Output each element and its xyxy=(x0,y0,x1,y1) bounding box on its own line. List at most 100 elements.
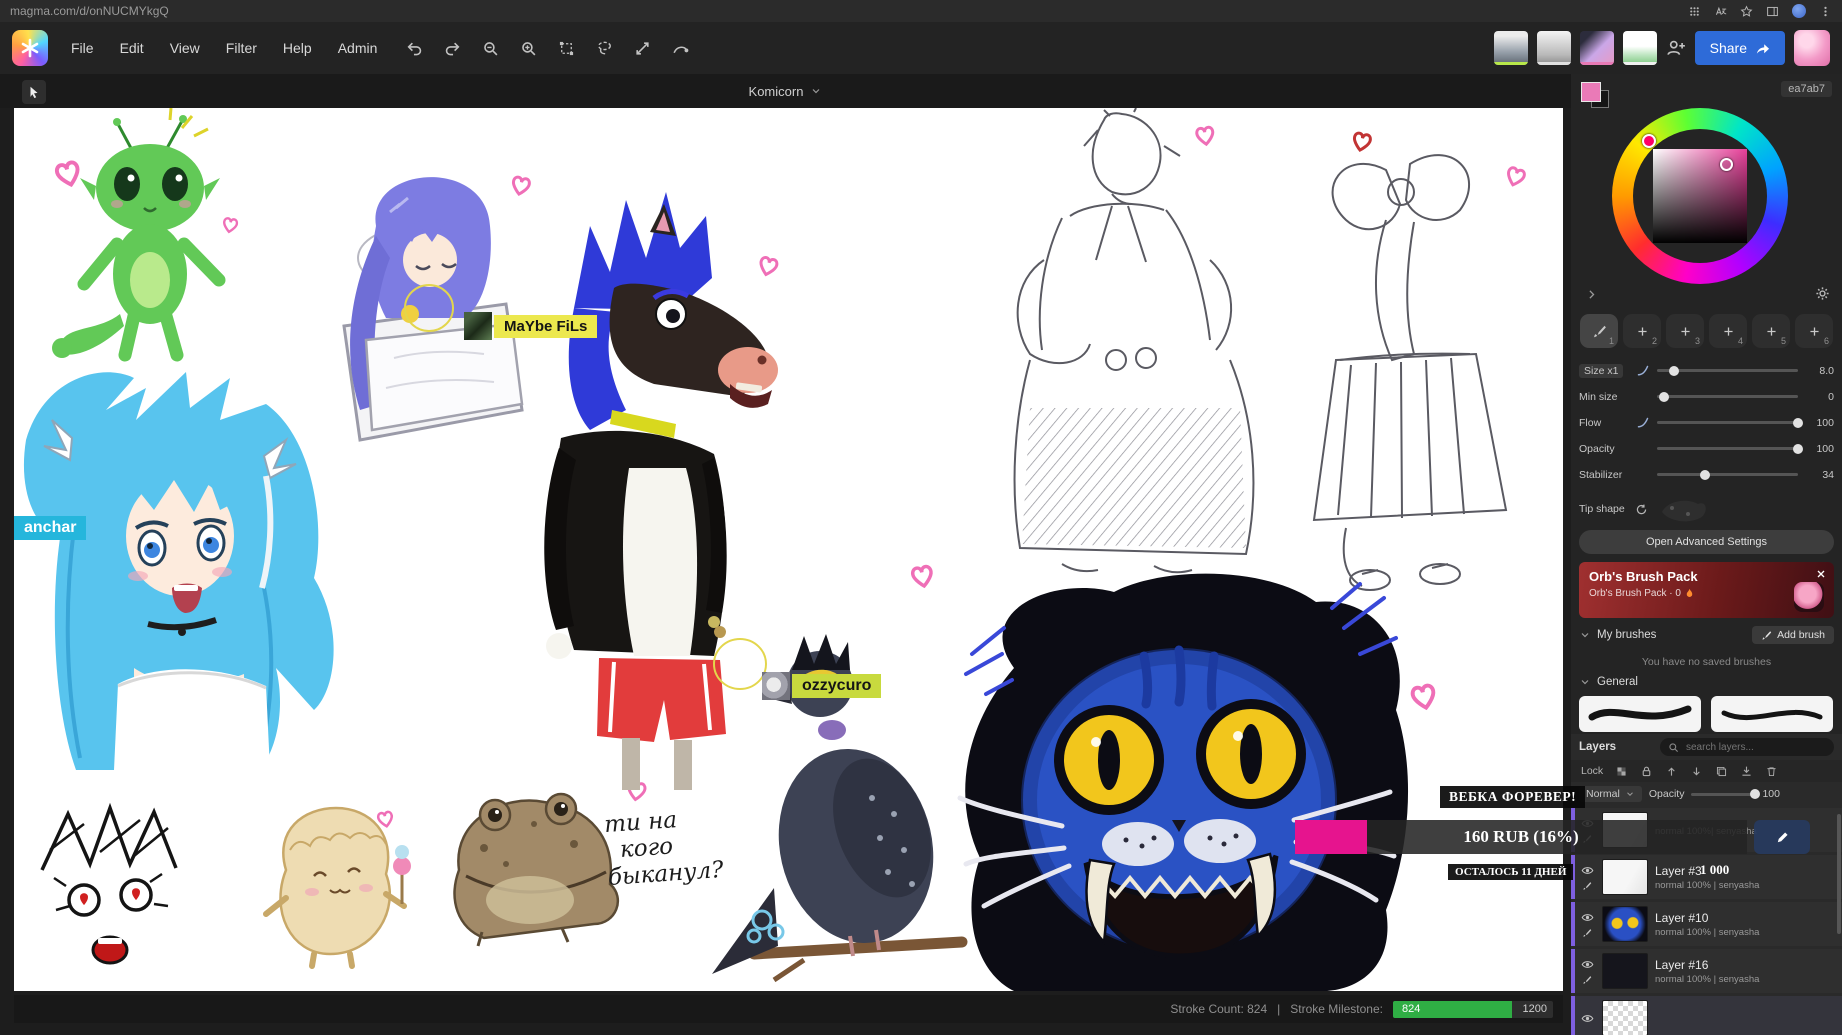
collaborator-avatar-2[interactable] xyxy=(1536,31,1571,65)
stroke-count: Stroke Count: 824 xyxy=(1170,1002,1268,1016)
raise-layer-icon[interactable] xyxy=(1665,765,1678,778)
fullscreen-icon[interactable] xyxy=(634,40,651,57)
lock-icon[interactable] xyxy=(1640,765,1653,778)
panel-icon[interactable] xyxy=(1766,5,1779,18)
layer-visibility-icon[interactable] xyxy=(1581,864,1594,877)
layer-brush-icon[interactable] xyxy=(1582,928,1592,938)
undo-icon[interactable] xyxy=(406,40,423,57)
share-button[interactable]: Share xyxy=(1694,31,1785,65)
transform-icon[interactable] xyxy=(558,40,575,57)
collaborator-avatar-4[interactable] xyxy=(1622,31,1657,65)
layer-search-input[interactable] xyxy=(1684,740,1806,754)
close-banner-icon[interactable] xyxy=(1815,568,1827,580)
smoothing-icon[interactable] xyxy=(672,40,689,57)
drawing-canvas[interactable]: anchar MaYbe FiLs ozzycuro ти на кого бы… xyxy=(14,108,1563,991)
collapse-panel-icon[interactable] xyxy=(1585,288,1598,301)
bookmark-icon[interactable] xyxy=(1740,5,1753,18)
brush-preset-tile[interactable] xyxy=(1579,696,1701,732)
title-dropdown-icon[interactable] xyxy=(810,85,822,97)
size-slider[interactable] xyxy=(1657,365,1798,376)
layer-thumbnail xyxy=(1602,906,1648,942)
color-hex-value[interactable]: ea7ab7 xyxy=(1781,81,1832,97)
layers-scrollbar[interactable] xyxy=(1837,814,1841,934)
search-icon xyxy=(1668,742,1679,753)
canvas-title[interactable]: Komicorn xyxy=(749,84,804,99)
brush-slot-3[interactable]: 3 xyxy=(1666,314,1704,348)
layer-search[interactable] xyxy=(1660,738,1834,756)
lasso-icon[interactable] xyxy=(596,40,613,57)
status-bar: Stroke Count: 824 | Stroke Milestone: 82… xyxy=(14,995,1563,1023)
brush-slot-5[interactable]: 5 xyxy=(1752,314,1790,348)
collaborator-avatar-3[interactable] xyxy=(1579,31,1614,65)
zoom-in-icon[interactable] xyxy=(520,40,537,57)
merge-layer-icon[interactable] xyxy=(1740,765,1753,778)
pressure-toggle-icon[interactable] xyxy=(1637,417,1655,429)
opacity-slider[interactable] xyxy=(1657,443,1803,454)
brush-pack-banner[interactable]: Orb's Brush Pack Orb's Brush Pack · 0 xyxy=(1579,562,1834,618)
advanced-settings-button[interactable]: Open Advanced Settings xyxy=(1579,530,1834,554)
menu-view[interactable]: View xyxy=(157,34,213,62)
refresh-tip-icon[interactable] xyxy=(1635,503,1648,516)
browser-profile-avatar[interactable] xyxy=(1792,4,1806,18)
brush-slot-2[interactable]: 2 xyxy=(1623,314,1661,348)
menu-admin[interactable]: Admin xyxy=(325,34,391,62)
menu-help[interactable]: Help xyxy=(270,34,325,62)
zoom-out-icon[interactable] xyxy=(482,40,499,57)
menu-filter[interactable]: Filter xyxy=(213,34,270,62)
browser-menu-icon[interactable] xyxy=(1819,5,1832,18)
duplicate-layer-icon[interactable] xyxy=(1715,765,1728,778)
lower-layer-icon[interactable] xyxy=(1690,765,1703,778)
layer-visibility-icon[interactable] xyxy=(1581,911,1594,924)
blend-mode-dropdown[interactable]: Normal xyxy=(1579,786,1642,802)
delete-layer-icon[interactable] xyxy=(1765,765,1778,778)
layer-opacity-slider[interactable] xyxy=(1691,789,1761,799)
magma-logo[interactable] xyxy=(12,30,48,66)
general-section-row[interactable]: General xyxy=(1579,676,1834,688)
url-text[interactable]: magma.com/d/onNUCMYkgQ xyxy=(10,4,169,18)
user-avatar[interactable] xyxy=(1794,30,1830,66)
invite-user-icon[interactable] xyxy=(1666,39,1686,57)
layer-brush-icon[interactable] xyxy=(1582,975,1592,985)
stabilizer-slider[interactable] xyxy=(1657,469,1798,480)
flow-slider[interactable] xyxy=(1657,417,1803,428)
move-tool-icon[interactable] xyxy=(22,80,46,104)
right-sidebar: ea7ab7 1 2 3 4 5 6 Size x1 8.0 Min size … xyxy=(1571,74,1842,1035)
donation-progress-bar: 160 RUB (16%) xyxy=(1295,820,1747,854)
foreground-color-swatch[interactable] xyxy=(1581,82,1601,102)
add-brush-button[interactable]: Add brush xyxy=(1752,626,1834,644)
chevron-down-icon[interactable] xyxy=(1579,629,1591,641)
layer-visibility-icon[interactable] xyxy=(1581,958,1594,971)
milestone-fill: 824 xyxy=(1393,1000,1513,1018)
collaborator-avatar-1[interactable] xyxy=(1493,31,1528,65)
layer-row[interactable]: Layer #16 normal 100% | senyasha xyxy=(1571,949,1842,993)
brush-slot-1[interactable]: 1 xyxy=(1580,314,1618,348)
pressure-toggle-icon[interactable] xyxy=(1637,365,1655,377)
tip-shape-preview[interactable] xyxy=(1658,494,1710,524)
dumpling-character-drawing xyxy=(263,806,411,969)
color-wheel[interactable] xyxy=(1612,108,1788,284)
brush-slot-6[interactable]: 6 xyxy=(1795,314,1833,348)
hue-indicator[interactable] xyxy=(1642,134,1656,148)
translate-icon[interactable] xyxy=(1714,5,1727,18)
anchar-girl-drawing xyxy=(23,372,334,770)
layer-brush-icon[interactable] xyxy=(1582,881,1592,891)
menu-edit[interactable]: Edit xyxy=(107,34,157,62)
menu-file[interactable]: File xyxy=(58,34,107,62)
layer-visibility-icon[interactable] xyxy=(1581,1012,1594,1025)
brush-icon xyxy=(1592,324,1607,339)
slider-stabilizer: Stabilizer 34 xyxy=(1579,468,1834,481)
opacity-label: Opacity xyxy=(1648,788,1685,800)
apps-icon[interactable] xyxy=(1688,5,1701,18)
sv-indicator[interactable] xyxy=(1720,158,1733,171)
brush-slot-4[interactable]: 4 xyxy=(1709,314,1747,348)
redo-icon[interactable] xyxy=(444,40,461,57)
color-settings-icon[interactable] xyxy=(1815,286,1830,301)
my-brushes-label[interactable]: My brushes xyxy=(1597,629,1656,641)
layer-row[interactable]: Layer #10 normal 100% | senyasha xyxy=(1571,902,1842,946)
layer-toolbar: Lock xyxy=(1571,760,1842,782)
alpha-lock-icon[interactable] xyxy=(1615,765,1628,778)
layer-row[interactable] xyxy=(1571,996,1842,1035)
brush-preset-tile[interactable] xyxy=(1711,696,1833,732)
donation-edit-button[interactable] xyxy=(1754,820,1810,854)
min-size-slider[interactable] xyxy=(1657,391,1798,402)
